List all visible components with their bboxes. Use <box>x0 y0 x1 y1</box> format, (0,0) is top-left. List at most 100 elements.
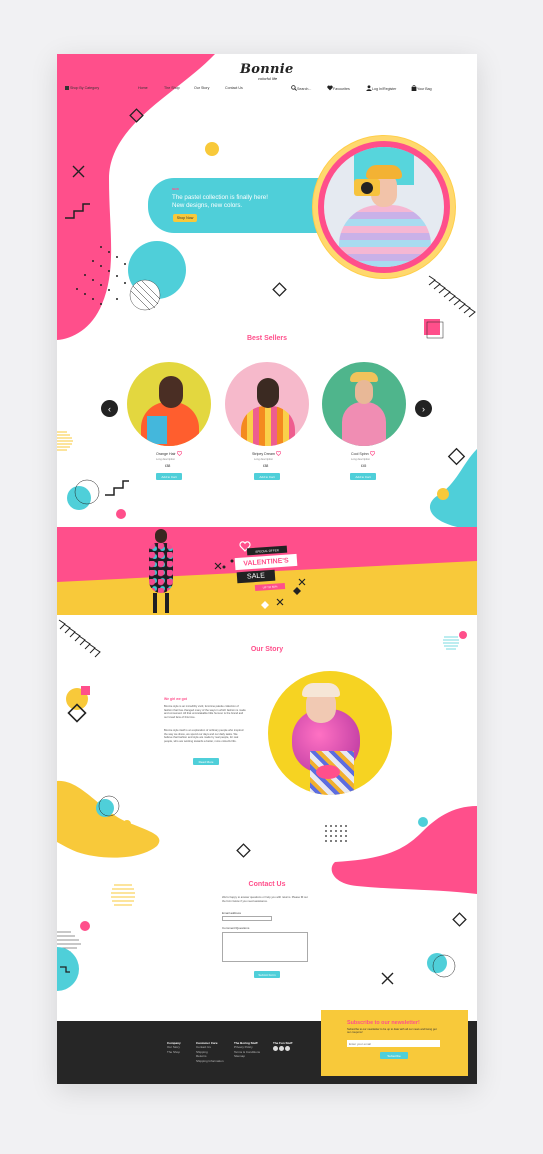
contact-us-title: Contact Us <box>248 881 286 888</box>
nav-contact-us[interactable]: Contact Us <box>225 86 243 90</box>
yellow-dot-deco <box>205 142 219 156</box>
nav-home[interactable]: Home <box>138 86 148 90</box>
email-field[interactable] <box>222 916 272 921</box>
pink-square-deco <box>424 319 440 335</box>
diamond-deco <box>272 282 287 297</box>
login-register-label: Log In/Register <box>372 87 397 91</box>
product-price: £88 <box>263 464 269 468</box>
footer-col-title: The Fun Stuff <box>273 1041 293 1045</box>
striped-circle-deco <box>443 636 459 650</box>
shop-now-button[interactable]: Shop Now <box>173 214 197 222</box>
pink-dot-deco <box>80 921 90 931</box>
product-description: Long description <box>351 458 371 461</box>
story-paragraph-1: Bonnie style is an incredibly vivid, fem… <box>164 705 246 719</box>
chevron-left-icon: ‹ <box>108 403 111 414</box>
landing-page: Shop By Category Home The Shop Our Story… <box>57 54 477 1084</box>
footer-col-company: Company Our Story The Shop <box>167 1041 181 1054</box>
login-register-link[interactable]: Log In/Register <box>366 85 396 91</box>
zigzag-deco <box>105 480 129 496</box>
diamond-deco <box>236 843 251 858</box>
promo-model-image <box>141 527 183 615</box>
yellow-blob <box>57 780 160 858</box>
hero-headline-line1: The pastel collection is finally here! <box>172 194 268 201</box>
your-bag-link[interactable]: Your Bag <box>411 85 432 91</box>
add-to-cart-button[interactable]: Add to Cart <box>350 473 376 480</box>
product-name[interactable]: Orange Hair <box>156 452 176 456</box>
brand-logo[interactable]: Bonnie <box>240 62 294 77</box>
promo-banner[interactable]: SPECIAL OFFER VALENTINE'S SALE UP TO 50% <box>57 527 477 615</box>
camera-icon <box>354 179 380 196</box>
search-link[interactable]: Search... <box>291 85 311 91</box>
story-photo <box>268 671 392 795</box>
nav-our-story[interactable]: Our Story <box>194 86 209 90</box>
model-sweater <box>339 205 431 267</box>
shop-by-category-link[interactable]: Shop By Category <box>65 86 99 90</box>
striped-half-circle <box>57 431 73 451</box>
menu-icon <box>65 86 69 90</box>
chevron-stripes <box>428 275 476 318</box>
instagram-icon[interactable] <box>278 1046 284 1052</box>
footer-col-customer-care: Customer Care Contact Us Shipping Return… <box>196 1041 224 1063</box>
product-description: Long description <box>254 458 274 461</box>
pink-blob <box>331 806 477 894</box>
contact-intro: We're happy to answer questions or help … <box>222 896 308 903</box>
zigzag-deco <box>388 802 413 818</box>
diamond-deco <box>447 447 466 466</box>
add-to-cart-button[interactable]: Add to Cart <box>156 473 182 480</box>
product-price: £45 <box>361 464 367 468</box>
add-to-cart-button[interactable]: Add to Cart <box>254 473 280 480</box>
carousel-prev-button[interactable]: ‹ <box>101 400 118 417</box>
heart-outline-icon[interactable] <box>276 451 281 456</box>
product-price: £88 <box>165 464 171 468</box>
pink-dot-deco <box>116 509 126 519</box>
hero-photo <box>312 135 456 279</box>
newsletter-text: Subscribe to our newsletter to be up to … <box>347 1028 437 1035</box>
product-name[interactable]: Stripey Dream <box>252 452 275 456</box>
read-more-button[interactable]: Read More <box>193 758 219 765</box>
comment-field[interactable] <box>222 932 308 962</box>
footer-link[interactable]: The Shop <box>167 1050 181 1054</box>
favourites-link[interactable]: Favourites <box>327 85 350 91</box>
cyan-circle-deco <box>67 486 91 510</box>
best-sellers-title: Best Sellers <box>246 335 288 342</box>
heart-outline-icon[interactable] <box>370 451 375 456</box>
comment-label: Comment/Questions <box>222 926 250 930</box>
favourites-label: Favourites <box>333 87 350 91</box>
twitter-icon[interactable] <box>284 1046 290 1052</box>
story-paragraph-2: Bonnie style itself is an exploration of… <box>164 729 244 743</box>
diamond-deco <box>452 912 467 927</box>
brand-tagline: colorful life <box>258 76 278 81</box>
hero-headline-line2: New designs, new colors. <box>172 202 243 209</box>
cyan-circle-deco <box>427 953 447 973</box>
striped-circle-deco <box>111 884 135 906</box>
our-story-title: Our Story <box>250 646 284 653</box>
search-label: Search... <box>297 87 312 91</box>
footer-link[interactable]: Sitemap <box>234 1054 260 1058</box>
chevron-stripes <box>58 619 101 658</box>
shop-by-category-label: Shop By Category <box>70 86 100 90</box>
cross-deco <box>381 972 394 985</box>
hero-kicker: NEW <box>172 187 179 191</box>
dot-pattern <box>325 825 347 842</box>
carousel-next-button[interactable]: › <box>415 400 432 417</box>
footer-col-fun-stuff: The Fun Stuff <box>273 1041 292 1053</box>
story-kicker: We girl we got <box>164 697 187 701</box>
product-image[interactable] <box>127 362 211 446</box>
your-bag-label: Your Bag <box>417 87 432 91</box>
footer-link[interactable]: Shipping Information <box>196 1059 224 1063</box>
newsletter-box: Subscribe to our newsletter! Subscribe t… <box>321 1010 468 1076</box>
product-image[interactable] <box>225 362 309 446</box>
nav-the-shop[interactable]: The Shop <box>164 86 180 90</box>
newsletter-email-input[interactable] <box>347 1040 440 1047</box>
submit-form-button[interactable]: Submit Form <box>254 971 280 978</box>
newsletter-title: Subscribe to our newsletter! <box>347 1020 420 1026</box>
product-image[interactable] <box>322 362 406 446</box>
facebook-icon[interactable] <box>273 1046 278 1052</box>
pink-dot-deco <box>459 631 467 639</box>
cyan-half-circle <box>57 947 79 991</box>
subscribe-button[interactable]: Subscribe <box>380 1052 408 1059</box>
product-name[interactable]: Cool Spinn <box>351 452 369 456</box>
striped-circle-deco <box>129 279 161 311</box>
heart-outline-icon[interactable] <box>177 451 182 456</box>
footer-col-boring-stuff: The Boring Stuff Privacy Policy Terms & … <box>234 1041 260 1059</box>
